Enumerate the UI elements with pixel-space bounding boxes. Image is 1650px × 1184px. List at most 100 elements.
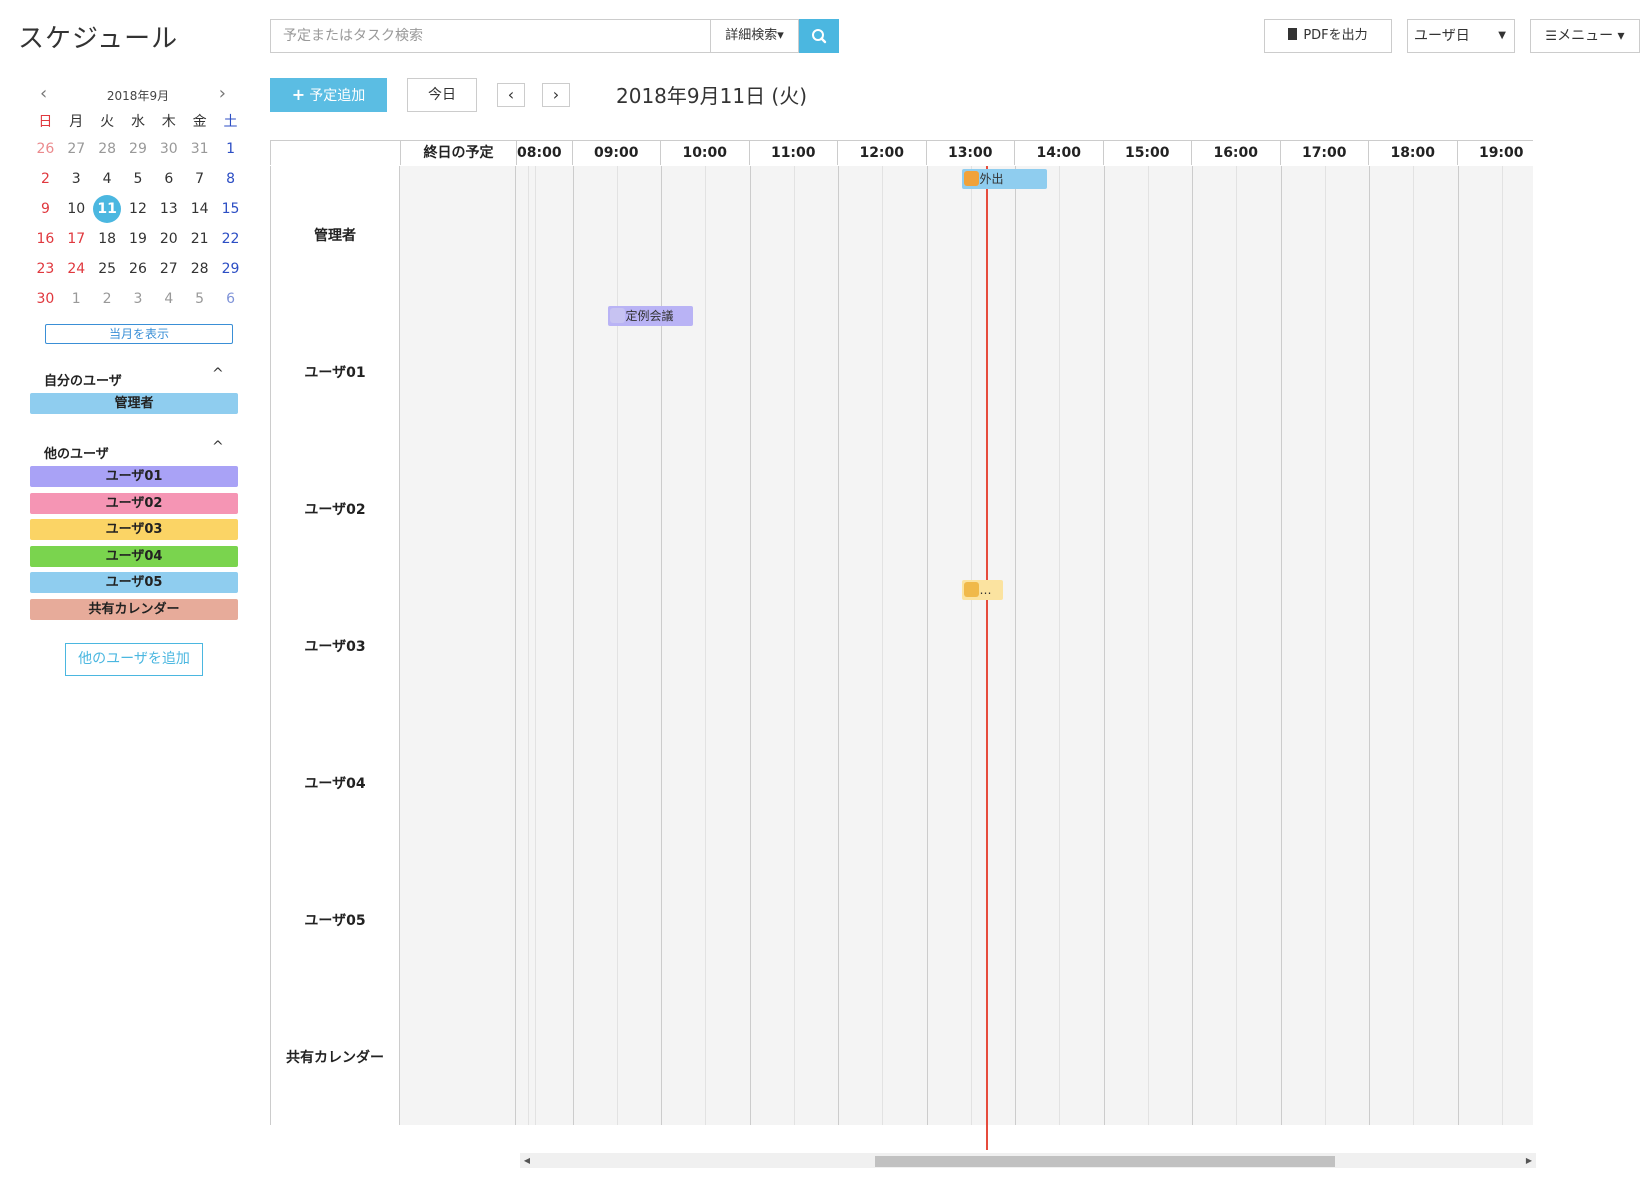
menu-button[interactable]: ☰メニュー ▾ [1530, 19, 1640, 53]
calendar-day[interactable]: 13 [153, 194, 184, 224]
allday-cell[interactable] [400, 440, 516, 577]
calendar-day[interactable]: 3 [61, 164, 92, 194]
calendar-day[interactable]: 16 [30, 224, 61, 254]
view-select[interactable]: ユーザ日 ▼ [1407, 19, 1515, 53]
calendar-day[interactable]: 1 [215, 134, 246, 164]
calendar-day[interactable]: 27 [61, 134, 92, 164]
allday-cell[interactable] [400, 714, 516, 851]
calendar-day[interactable]: 9 [30, 194, 61, 224]
add-other-user-button[interactable]: 他のユーザを追加 [65, 643, 203, 676]
search-input[interactable] [270, 19, 711, 53]
user-filter-item[interactable]: ユーザ02 [30, 492, 238, 514]
meeting-icon [609, 308, 625, 323]
timeline-cell[interactable] [516, 851, 1533, 988]
grid-line [1280, 851, 1282, 988]
grid-line [1103, 440, 1105, 577]
calendar-day[interactable]: 17 [61, 224, 92, 254]
calendar-day[interactable]: 26 [123, 254, 154, 284]
horizontal-scrollbar[interactable]: ◀ ▶ [520, 1153, 1536, 1168]
calendar-day[interactable]: 19 [123, 224, 154, 254]
calendar-day[interactable]: 21 [184, 224, 215, 254]
search-button[interactable] [799, 19, 839, 53]
timeline-cell[interactable] [516, 440, 1533, 577]
allday-cell[interactable] [400, 577, 516, 714]
calendar-day[interactable]: 6 [153, 164, 184, 194]
calendar-day[interactable]: 29 [123, 134, 154, 164]
add-event-button[interactable]: + 予定追加 [270, 78, 387, 112]
calendar-day[interactable]: 5 [123, 164, 154, 194]
calendar-day[interactable]: 3 [123, 284, 154, 314]
scroll-left-icon[interactable]: ◀ [520, 1153, 534, 1168]
schedule-event[interactable]: 外出 [961, 169, 1047, 189]
user-filter-item[interactable]: 管理者 [30, 393, 238, 414]
caret-down-icon: ▼ [1498, 30, 1506, 41]
calendar-day[interactable]: 27 [153, 254, 184, 284]
timeline-cell[interactable] [516, 577, 1533, 714]
show-current-month-button[interactable]: 当月を表示 [45, 324, 233, 344]
calendar-day[interactable]: 26 [30, 134, 61, 164]
calendar-day[interactable]: 5 [184, 284, 215, 314]
grid-line [1059, 577, 1061, 714]
user-filter-item[interactable]: ユーザ03 [30, 519, 238, 540]
user-filter-item[interactable]: ユーザ04 [30, 545, 238, 567]
collapse-chevron-icon[interactable]: ^ [212, 439, 224, 455]
calendar-day[interactable]: 30 [153, 134, 184, 164]
schedule-event[interactable]: … [961, 580, 1003, 600]
event-title: … [979, 583, 992, 597]
calendar-day[interactable]: 31 [184, 134, 215, 164]
calendar-day[interactable]: 20 [153, 224, 184, 254]
allday-cell[interactable] [400, 303, 516, 440]
grid-line [1280, 303, 1282, 440]
collapse-chevron-icon[interactable]: ^ [212, 366, 224, 382]
timeline-cell[interactable] [516, 988, 1533, 1125]
calendar-day[interactable]: 6 [215, 284, 246, 314]
advanced-search-button[interactable]: 詳細検索▾ [710, 19, 799, 53]
allday-cell[interactable] [400, 166, 516, 303]
grid-line [926, 988, 928, 1125]
allday-header: 終日の予定 [401, 141, 517, 165]
user-filter-item[interactable]: ユーザ05 [30, 572, 238, 593]
calendar-day[interactable]: 2 [30, 164, 61, 194]
timeline-cell[interactable] [516, 714, 1533, 851]
mini-calendar-next-icon[interactable]: › [219, 83, 226, 104]
calendar-day[interactable]: 29 [215, 254, 246, 284]
calendar-day[interactable]: 1 [61, 284, 92, 314]
calendar-day[interactable]: 10 [61, 194, 92, 224]
schedule-event[interactable]: 定例会議 [607, 306, 693, 326]
calendar-day-number: 16 [36, 231, 55, 247]
calendar-day[interactable]: 22 [215, 224, 246, 254]
grid-line [970, 714, 972, 851]
calendar-day-number: 5 [133, 171, 143, 187]
calendar-day[interactable]: 12 [123, 194, 154, 224]
calendar-day[interactable]: 14 [184, 194, 215, 224]
export-pdf-button[interactable]: PDFを出力 [1264, 19, 1392, 53]
calendar-day[interactable]: 11 [92, 194, 123, 224]
calendar-day[interactable]: 7 [184, 164, 215, 194]
calendar-day[interactable]: 4 [92, 164, 123, 194]
next-day-button[interactable]: › [542, 83, 570, 107]
calendar-day[interactable]: 8 [215, 164, 246, 194]
calendar-day[interactable]: 28 [184, 254, 215, 284]
allday-cell[interactable] [400, 988, 516, 1125]
user-filter-item[interactable]: 共有カレンダー [30, 598, 238, 620]
scrollbar-thumb[interactable] [875, 1156, 1335, 1167]
calendar-day[interactable]: 18 [92, 224, 123, 254]
calendar-day[interactable]: 30 [30, 284, 61, 314]
calendar-day[interactable]: 28 [92, 134, 123, 164]
hour-header: 09:00 [572, 141, 661, 165]
allday-cell[interactable] [400, 851, 516, 988]
today-button[interactable]: 今日 [407, 78, 477, 112]
calendar-day[interactable]: 25 [92, 254, 123, 284]
prev-day-button[interactable]: ‹ [497, 83, 525, 107]
grid-line [616, 440, 618, 577]
grid-line [882, 166, 884, 303]
grid-line [1192, 988, 1193, 1125]
calendar-day[interactable]: 4 [153, 284, 184, 314]
user-filter-item[interactable]: ユーザ01 [30, 466, 238, 487]
calendar-day[interactable]: 23 [30, 254, 61, 284]
scroll-right-icon[interactable]: ▶ [1522, 1153, 1536, 1168]
calendar-day[interactable]: 15 [215, 194, 246, 224]
calendar-day[interactable]: 24 [61, 254, 92, 284]
row-user-label: ユーザ05 [270, 851, 400, 988]
calendar-day[interactable]: 2 [92, 284, 123, 314]
